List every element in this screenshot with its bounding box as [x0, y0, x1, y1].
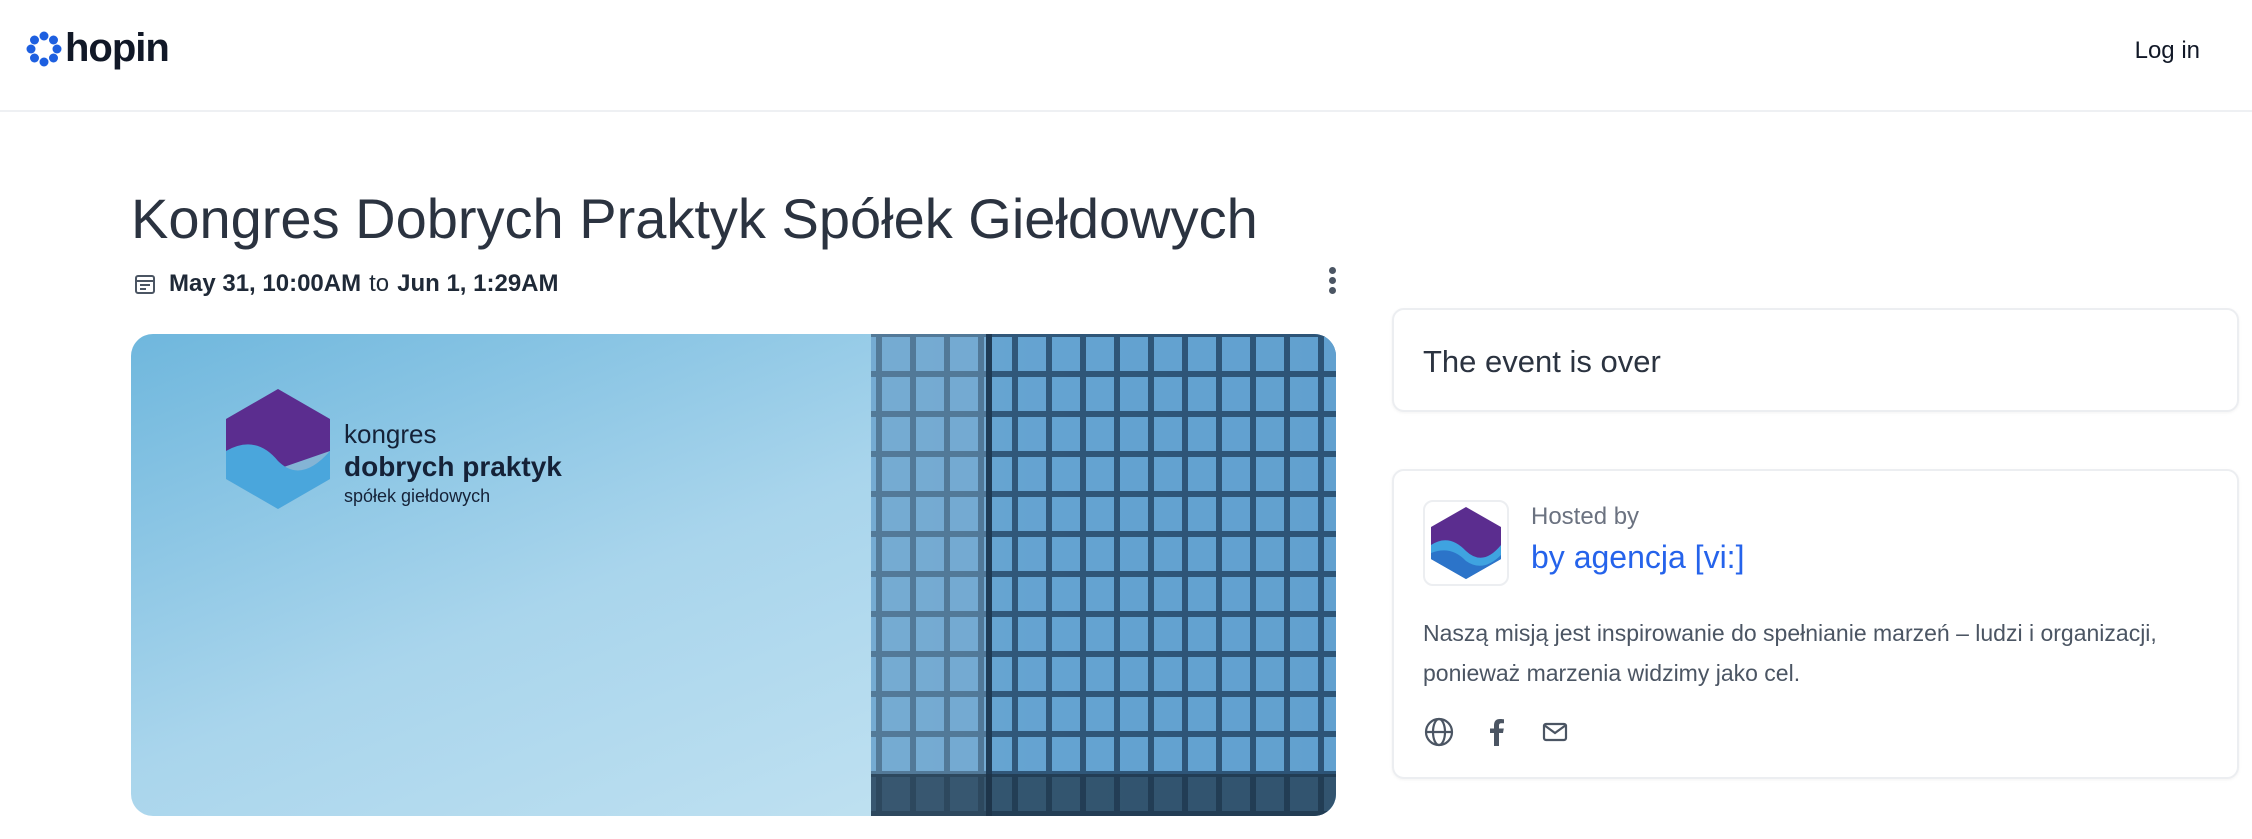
event-title: Kongres Dobrych Praktyk Spółek Giełdowyc…	[131, 187, 1258, 250]
hopin-logo-icon	[26, 31, 62, 66]
event-end: Jun 1, 1:29AM	[397, 270, 559, 297]
event-status-text: The event is over	[1423, 344, 1661, 379]
calendar-icon	[135, 275, 155, 294]
mail-icon[interactable]	[1539, 716, 1571, 748]
banner-line-3: spółek giełdowych	[344, 486, 491, 506]
event-start: May 31, 10:00AM	[169, 270, 362, 297]
host-card: Hosted by by agencja [vi:] Naszą misją j…	[1392, 469, 2239, 779]
hopin-logo[interactable]: hopin	[26, 26, 170, 71]
top-navigation-bar: hopin Log in	[0, 0, 2252, 112]
banner-artwork	[131, 334, 1336, 816]
date-separator: to	[369, 270, 390, 297]
facebook-icon[interactable]	[1481, 716, 1513, 748]
more-options-icon[interactable]	[1320, 264, 1344, 300]
brand-name: hopin	[65, 26, 170, 70]
host-social-links	[1423, 716, 1597, 748]
event-banner-image: kongres dobrych praktyk spółek giełdowyc…	[131, 334, 1336, 816]
event-status-card: The event is over	[1392, 308, 2239, 412]
host-name-link[interactable]: by agencja [vi:]	[1531, 539, 1744, 576]
host-avatar[interactable]	[1423, 500, 1509, 586]
banner-line-1: kongres	[344, 419, 437, 449]
event-dates: May 31, 10:00AM to Jun 1, 1:29AM	[133, 270, 559, 298]
host-description: Naszą misją jest inspirowanie do spełnia…	[1423, 620, 2157, 686]
banner-line-2: dobrych praktyk	[344, 451, 562, 482]
login-link[interactable]: Log in	[2135, 37, 2200, 65]
host-logo-icon	[1431, 507, 1501, 579]
banner-caption: kongres dobrych praktyk spółek giełdowyc…	[344, 418, 562, 508]
globe-icon[interactable]	[1423, 716, 1455, 748]
hosted-by-label: Hosted by	[1531, 503, 1640, 530]
